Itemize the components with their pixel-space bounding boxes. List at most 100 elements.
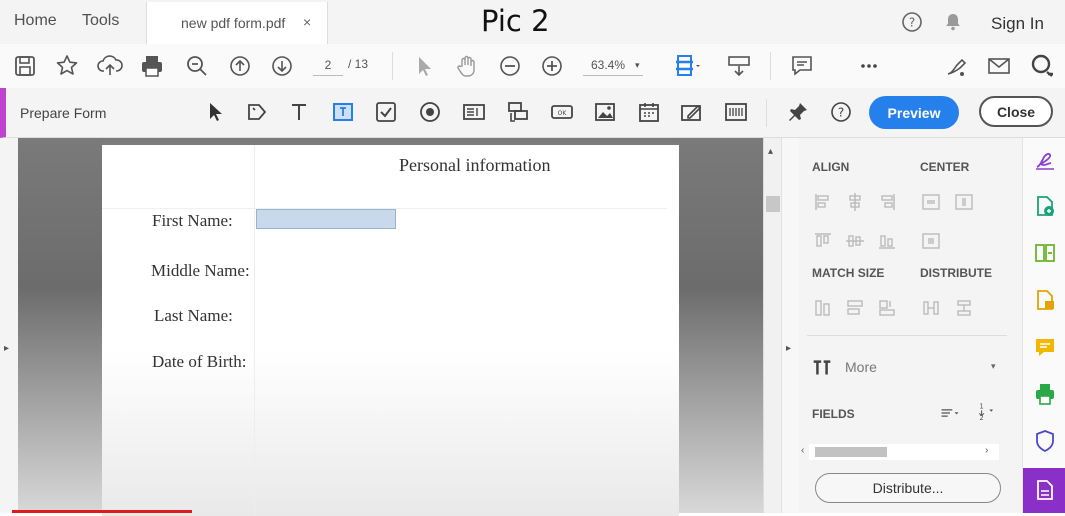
checkbox-field-icon[interactable] bbox=[374, 100, 398, 124]
close-tab-icon[interactable]: × bbox=[303, 14, 311, 30]
align-left-icon[interactable] bbox=[813, 192, 833, 212]
print-icon[interactable] bbox=[138, 52, 166, 80]
distribute-horizontal-icon[interactable] bbox=[921, 298, 941, 318]
tools-icon[interactable] bbox=[812, 357, 836, 381]
close-button[interactable]: Close bbox=[979, 96, 1053, 127]
match-width-icon[interactable] bbox=[845, 298, 865, 318]
scroll-up-icon[interactable]: ▴ bbox=[768, 146, 773, 157]
select-arrow-icon[interactable] bbox=[410, 52, 438, 80]
sign-in-link[interactable]: Sign In bbox=[991, 14, 1044, 34]
zoom-level-select[interactable]: 63.4% ▾ bbox=[583, 55, 643, 76]
scrollbar-thumb[interactable] bbox=[815, 447, 887, 457]
match-size-heading: MATCH SIZE bbox=[812, 266, 885, 280]
left-panel-toggle[interactable]: ▸ bbox=[0, 138, 18, 513]
text-field-icon[interactable] bbox=[287, 100, 311, 124]
align-top-icon[interactable] bbox=[813, 231, 833, 251]
center-both-icon[interactable] bbox=[921, 231, 941, 251]
fields-horizontal-scrollbar[interactable]: ‹ › bbox=[801, 444, 999, 460]
align-heading: ALIGN bbox=[812, 160, 850, 174]
account-icon[interactable] bbox=[1028, 52, 1056, 80]
help-icon[interactable]: ? bbox=[901, 11, 923, 33]
tool-rail bbox=[1022, 138, 1065, 513]
zoom-in-icon[interactable] bbox=[538, 52, 566, 80]
text-box-field-icon[interactable] bbox=[331, 100, 355, 124]
match-both-icon[interactable] bbox=[877, 298, 897, 318]
select-object-icon[interactable] bbox=[203, 100, 227, 124]
pin-icon[interactable] bbox=[786, 100, 810, 124]
page-total: / 13 bbox=[348, 57, 369, 71]
layout-guide bbox=[254, 145, 255, 516]
scroll-right-icon[interactable]: › bbox=[985, 445, 988, 456]
align-bottom-icon[interactable] bbox=[877, 231, 897, 251]
email-icon[interactable] bbox=[985, 52, 1013, 80]
vertical-scrollbar[interactable]: ▴ bbox=[763, 138, 782, 513]
print-production-icon[interactable] bbox=[1033, 382, 1057, 406]
fit-page-icon[interactable] bbox=[672, 52, 700, 80]
barcode-field-icon[interactable] bbox=[724, 100, 748, 124]
sign-icon[interactable] bbox=[942, 52, 970, 80]
match-height-icon[interactable] bbox=[813, 298, 833, 318]
first-name-field[interactable] bbox=[256, 209, 396, 229]
prepare-form-icon bbox=[1033, 478, 1057, 502]
distribute-vertical-icon[interactable] bbox=[954, 298, 974, 318]
comment-tool-icon[interactable] bbox=[1033, 335, 1057, 359]
export-pdf-icon[interactable] bbox=[1033, 194, 1057, 218]
button-field-icon[interactable]: OK bbox=[550, 100, 574, 124]
organize-pages-icon[interactable] bbox=[1033, 241, 1057, 265]
digital-signature-field-icon[interactable] bbox=[680, 100, 704, 124]
date-field-icon[interactable] bbox=[637, 100, 661, 124]
scroll-mode-icon[interactable] bbox=[725, 52, 753, 80]
center-horizontal-icon[interactable] bbox=[921, 192, 941, 212]
tab-document[interactable]: new pdf form.pdf × bbox=[146, 2, 328, 44]
tab-home[interactable]: Home bbox=[14, 12, 57, 30]
star-icon[interactable] bbox=[53, 52, 81, 80]
zoom-search-icon[interactable] bbox=[183, 52, 211, 80]
help-icon[interactable]: ? bbox=[829, 100, 853, 124]
distribute-button[interactable]: Distribute... bbox=[815, 473, 1001, 503]
protect-icon[interactable] bbox=[1033, 429, 1057, 453]
auto-detect-fields-icon[interactable] bbox=[245, 100, 269, 124]
page-up-icon[interactable] bbox=[226, 52, 254, 80]
preview-button[interactable]: Preview bbox=[869, 96, 959, 129]
upload-icon[interactable] bbox=[96, 52, 124, 80]
align-right-icon[interactable] bbox=[877, 192, 897, 212]
notification-bell-icon[interactable] bbox=[942, 11, 964, 33]
center-heading: CENTER bbox=[920, 160, 970, 174]
svg-text:1: 1 bbox=[979, 403, 983, 411]
scroll-left-icon[interactable]: ‹ bbox=[801, 445, 804, 456]
expand-left-panel-icon[interactable]: ▸ bbox=[4, 343, 9, 354]
toolbar-divider bbox=[392, 52, 393, 80]
image-field-icon[interactable] bbox=[593, 100, 617, 124]
save-icon[interactable] bbox=[11, 52, 39, 80]
hand-icon[interactable] bbox=[453, 52, 481, 80]
collapse-right-panel-icon[interactable]: ▸ bbox=[786, 343, 791, 354]
page-down-icon[interactable] bbox=[268, 52, 296, 80]
fill-sign-icon[interactable] bbox=[1033, 148, 1057, 172]
chevron-down-icon[interactable]: ▾ bbox=[991, 361, 996, 372]
svg-text:?: ? bbox=[838, 106, 844, 120]
align-center-horizontal-icon[interactable] bbox=[845, 192, 865, 212]
page-heading: Personal information bbox=[399, 155, 551, 175]
align-middle-icon[interactable] bbox=[845, 231, 865, 251]
sort-fields-icon[interactable] bbox=[940, 403, 966, 423]
comment-icon[interactable] bbox=[788, 52, 816, 80]
document-tab-label: new pdf form.pdf bbox=[181, 15, 286, 31]
more-dropdown[interactable]: More bbox=[845, 359, 877, 375]
prepare-form-tool[interactable] bbox=[1023, 468, 1065, 513]
main-toolbar: 2 / 13 63.4% ▾ bbox=[0, 44, 1065, 89]
tab-bar: Home Tools new pdf form.pdf × Pic 2 ? Si… bbox=[0, 0, 1065, 45]
more-icon[interactable] bbox=[855, 52, 883, 80]
page-number-input[interactable]: 2 bbox=[313, 55, 343, 76]
dropdown-field-icon[interactable] bbox=[506, 100, 530, 124]
tab-tools[interactable]: Tools bbox=[82, 12, 119, 30]
center-vertical-icon[interactable] bbox=[954, 192, 974, 212]
tab-order-icon[interactable]: 12 bbox=[977, 401, 1003, 425]
list-box-field-icon[interactable] bbox=[462, 100, 486, 124]
overlay-caption: Pic 2 bbox=[481, 4, 550, 38]
edit-pdf-icon[interactable] bbox=[1033, 288, 1057, 312]
zoom-out-icon[interactable] bbox=[496, 52, 524, 80]
right-panel-toggle[interactable]: ▸ bbox=[781, 138, 800, 513]
scrollbar-thumb[interactable] bbox=[766, 196, 780, 212]
toolbar-divider bbox=[766, 99, 767, 127]
radio-button-field-icon[interactable] bbox=[418, 100, 442, 124]
